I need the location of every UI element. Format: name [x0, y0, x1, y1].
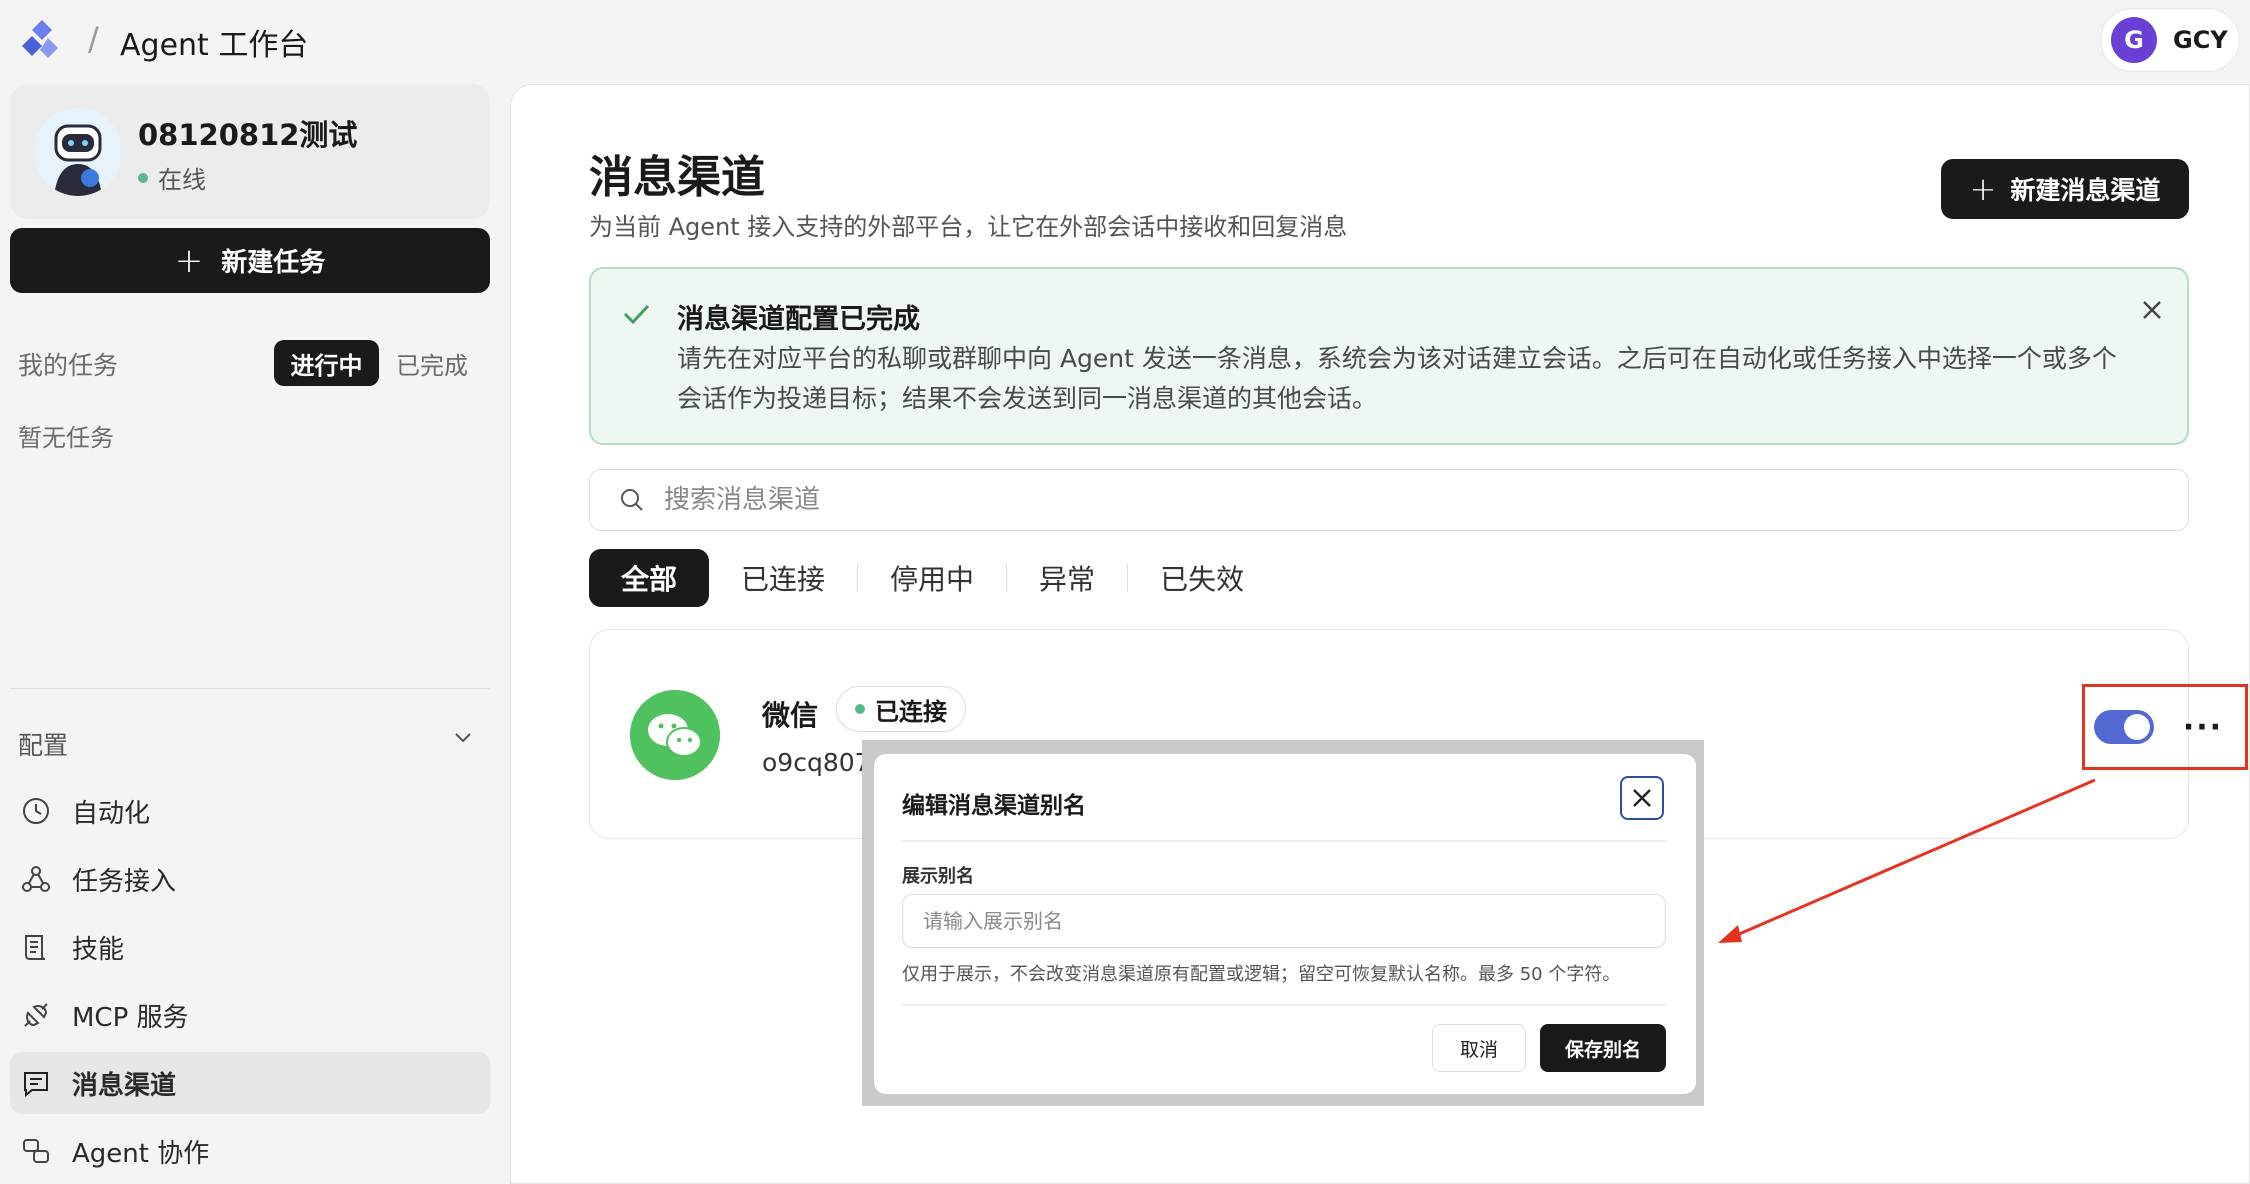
sidebar-item-automation[interactable]: 自动化	[10, 780, 490, 842]
edit-alias-dialog: 编辑消息渠道别名 展示别名 仅用于展示，不会改变消息渠道原有配置或逻辑；留空可恢…	[874, 754, 1696, 1094]
plug-icon	[24, 1003, 48, 1027]
network-icon	[22, 866, 50, 892]
check-icon	[623, 304, 650, 325]
sidebar-item-skills[interactable]: 技能	[10, 916, 490, 978]
alias-help-text: 仅用于展示，不会改变消息渠道原有配置或逻辑；留空可恢复默认名称。最多 50 个字…	[902, 964, 1621, 985]
search-input[interactable]	[664, 485, 2064, 515]
new-task-button[interactable]: + 新建任务	[10, 228, 490, 293]
sidebar-item-task-access[interactable]: 任务接入	[10, 848, 490, 910]
scroll-icon	[25, 935, 46, 960]
sidebar-item-label: 自动化	[72, 798, 151, 829]
sidebar: 08120812测试 在线 + 新建任务 我的任务 进行中 已完成 暂无任务 配…	[0, 82, 500, 1184]
new-task-label: 新建任务	[221, 248, 326, 278]
config-section-label[interactable]: 配置	[18, 726, 68, 762]
divider	[10, 688, 490, 689]
robot-icon	[34, 108, 122, 196]
close-icon[interactable]	[2139, 297, 2165, 323]
cancel-button[interactable]: 取消	[1432, 1024, 1526, 1072]
tab-all[interactable]: 全部	[589, 549, 710, 607]
tab-completed[interactable]: 已完成	[396, 346, 468, 381]
channel-id: o9cq807J	[762, 748, 878, 777]
alias-input[interactable]	[902, 894, 1666, 948]
sidebar-item-label: MCP 服务	[72, 1002, 189, 1033]
connected-dot-icon	[855, 704, 865, 714]
clock-icon	[23, 798, 49, 824]
agent-status-text: 在线	[158, 166, 206, 194]
more-actions-button[interactable]: ···	[2180, 708, 2226, 746]
my-tasks-label: 我的任务	[18, 351, 119, 380]
search-box[interactable]	[589, 469, 2189, 531]
divider	[902, 840, 1666, 842]
new-channel-button[interactable]: + 新建消息渠道	[1941, 159, 2189, 219]
status-filter-tabs: 全部 已连接 停用中 异常 已失效	[589, 549, 1276, 607]
sidebar-item-label: 技能	[72, 934, 125, 965]
sidebar-item-mcp[interactable]: MCP 服务	[10, 984, 490, 1046]
alert-body: 请先在对应平台的私聊或群聊中向 Agent 发送一条消息，系统会为该对话建立会话…	[677, 344, 2117, 413]
close-icon	[1633, 789, 1651, 807]
tab-connected[interactable]: 已连接	[709, 549, 857, 607]
app-title[interactable]: Agent 工作台	[120, 20, 308, 64]
status-badge: 已连接	[836, 686, 966, 732]
app-logo[interactable]	[18, 16, 66, 64]
alert-title: 消息渠道配置已完成	[677, 304, 920, 335]
dialog-close-button[interactable]	[1620, 776, 1664, 820]
empty-tasks-text: 暂无任务	[18, 424, 114, 452]
sidebar-item-message-channels[interactable]: 消息渠道	[10, 1052, 490, 1114]
alias-field-label: 展示别名	[902, 866, 974, 887]
tab-error[interactable]: 异常	[1007, 549, 1127, 607]
tab-expired[interactable]: 已失效	[1128, 549, 1276, 607]
agent-card[interactable]: 08120812测试 在线	[10, 84, 490, 219]
user-name: GCY	[2173, 26, 2228, 54]
channel-name: 微信	[762, 699, 819, 732]
success-alert: 消息渠道配置已完成 请先在对应平台的私聊或群聊中向 Agent 发送一条消息，系…	[589, 267, 2189, 445]
plus-icon: +	[1969, 170, 1997, 208]
wechat-icon	[630, 690, 720, 780]
tab-disabled[interactable]: 停用中	[858, 549, 1006, 607]
top-bar: / Agent 工作台 G GCY	[0, 0, 2250, 82]
sidebar-item-label: Agent 协作	[72, 1138, 210, 1169]
chevron-down-icon[interactable]	[452, 726, 474, 748]
status-badge-text: 已连接	[875, 697, 947, 726]
agent-avatar	[34, 108, 122, 196]
divider	[902, 1004, 1666, 1006]
plus-icon: +	[174, 240, 204, 281]
sidebar-item-label: 消息渠道	[72, 1070, 177, 1101]
breadcrumb-separator: /	[88, 20, 99, 58]
message-icon	[24, 1072, 48, 1098]
enable-toggle[interactable]	[2094, 710, 2154, 744]
save-alias-button[interactable]: 保存别名	[1540, 1024, 1666, 1072]
page-subtitle: 为当前 Agent 接入支持的外部平台，让它在外部会话中接收和回复消息	[589, 213, 1348, 241]
sidebar-item-label: 任务接入	[72, 866, 177, 897]
search-icon	[621, 489, 643, 511]
sidebar-item-agent-collab[interactable]: Agent 协作	[10, 1120, 490, 1182]
agent-status: 在线	[138, 160, 206, 195]
collab-icon	[23, 1139, 49, 1163]
toggle-knob	[2124, 714, 2150, 740]
new-channel-label: 新建消息渠道	[2010, 176, 2161, 205]
online-dot-icon	[138, 172, 148, 183]
agent-name: 08120812测试	[138, 118, 358, 152]
tab-in-progress[interactable]: 进行中	[274, 340, 379, 386]
user-menu-button[interactable]: G GCY	[2100, 8, 2240, 72]
avatar: G	[2111, 17, 2157, 63]
dialog-title: 编辑消息渠道别名	[902, 793, 1086, 819]
page-title: 消息渠道	[589, 152, 765, 203]
